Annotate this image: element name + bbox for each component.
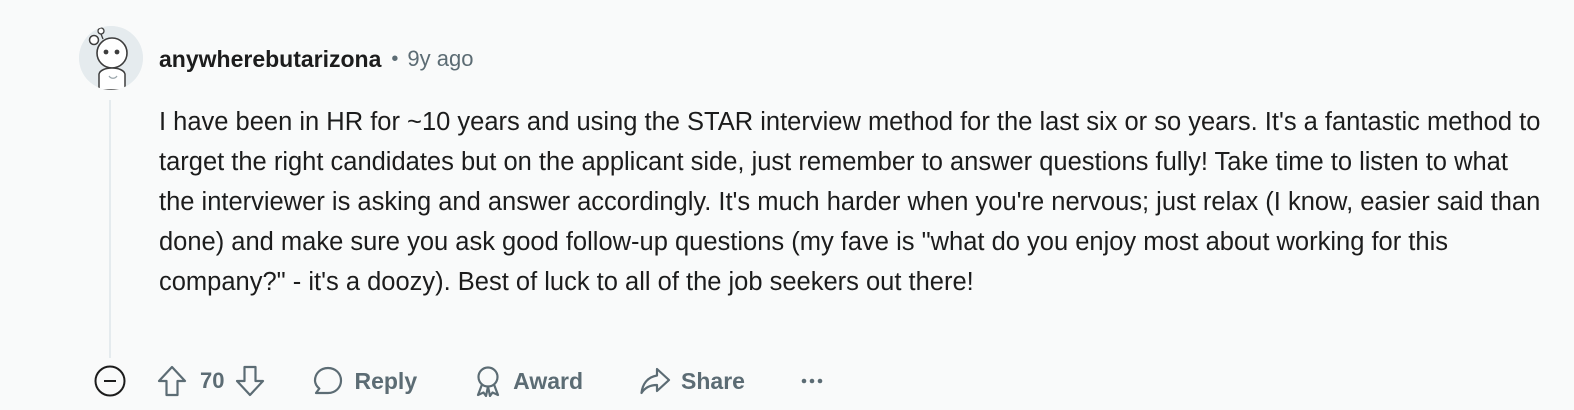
- speech-bubble-icon: [314, 366, 343, 395]
- comment-timestamp[interactable]: 9y ago: [407, 46, 473, 72]
- share-label: Share: [681, 367, 745, 394]
- share-arrow-icon: [640, 367, 671, 395]
- reply-button[interactable]: Reply: [312, 365, 417, 397]
- arrow-up-icon: [157, 365, 187, 397]
- collapse-button[interactable]: [94, 365, 126, 397]
- comment-action-bar: 70 Reply Award Share: [94, 360, 823, 402]
- vote-score: 70: [200, 368, 225, 393]
- arrow-down-icon: [236, 365, 265, 397]
- vote-controls: 70: [156, 364, 266, 398]
- award-button[interactable]: Award: [473, 365, 583, 397]
- upvote-button[interactable]: [156, 364, 188, 398]
- user-avatar[interactable]: [79, 26, 143, 90]
- reply-label: Reply: [354, 367, 418, 394]
- collapse-minus-icon: [94, 365, 126, 397]
- share-button[interactable]: Share: [639, 365, 745, 397]
- thread-line[interactable]: [109, 100, 111, 358]
- award-label: Award: [513, 367, 584, 394]
- comment-body: I have been in HR for ~10 years and usin…: [159, 108, 1541, 296]
- more-options-button[interactable]: [801, 377, 823, 385]
- more-dots-icon: [801, 378, 823, 384]
- award-ribbon-icon: [477, 366, 500, 397]
- comment-meta: anywherebutarizona • 9y ago: [159, 43, 473, 75]
- snoo-avatar-icon: [79, 26, 143, 90]
- comment: anywherebutarizona • 9y ago I have been …: [0, 0, 1574, 410]
- author-username[interactable]: anywherebutarizona: [159, 46, 381, 73]
- meta-separator: •: [391, 47, 399, 70]
- downvote-button[interactable]: [234, 364, 266, 398]
